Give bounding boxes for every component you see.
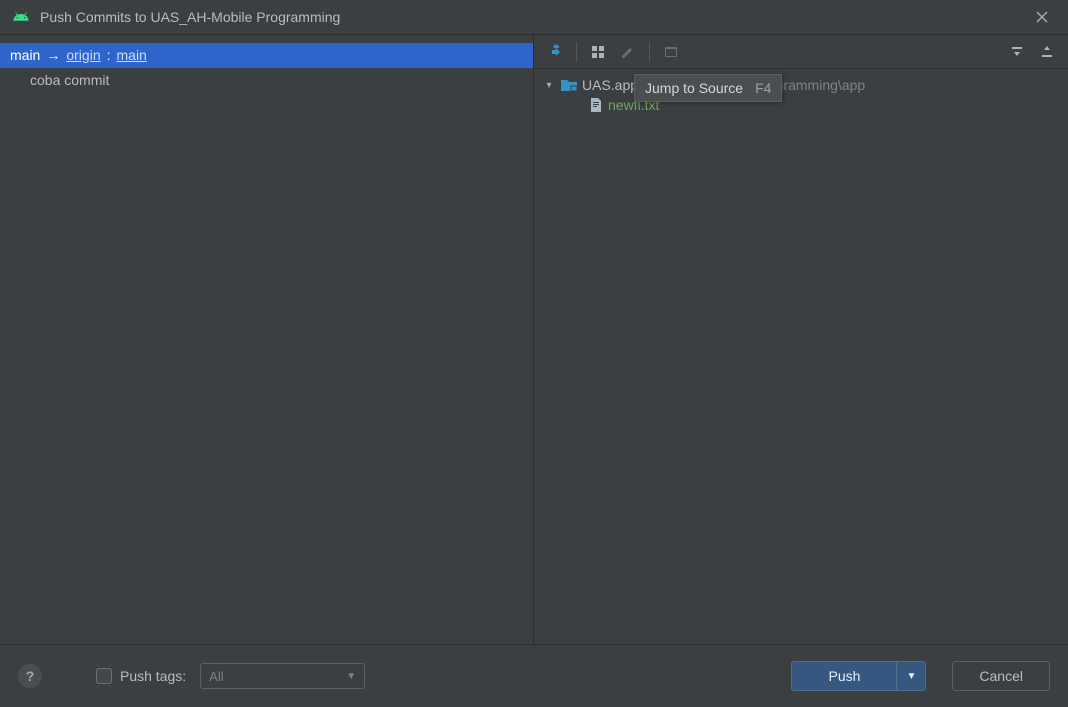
branch-row[interactable]: main → origin : main — [0, 43, 533, 68]
module-folder-icon — [560, 78, 578, 92]
close-icon[interactable] — [1028, 3, 1056, 31]
jump-to-source-tooltip: Jump to Source F4 — [634, 74, 782, 102]
tree-root-label: UAS.app — [582, 77, 638, 93]
checkbox-box-icon[interactable] — [96, 668, 112, 684]
push-button-group: Push ▼ — [791, 661, 926, 691]
push-tags-select-value: All — [209, 669, 223, 684]
cancel-button-label: Cancel — [979, 668, 1023, 684]
commits-pane: main → origin : main coba commit — [0, 35, 534, 644]
tree-root-row[interactable]: ▾ UAS.app UAS_AH-Mobile Programming\app — [542, 75, 1060, 95]
file-tree: ▾ UAS.app UAS_AH-Mobile Programming\app … — [534, 69, 1068, 644]
cancel-button[interactable]: Cancel — [952, 661, 1050, 691]
collapse-all-icon[interactable] — [1034, 39, 1060, 65]
branch-remote-branch-label[interactable]: main — [117, 47, 147, 63]
tooltip-shortcut: F4 — [755, 80, 771, 96]
titlebar-title: Push Commits to UAS_AH-Mobile Programmin… — [40, 9, 340, 25]
chevron-down-icon[interactable]: ▾ — [542, 80, 556, 91]
files-pane: ▾ UAS.app UAS_AH-Mobile Programming\app … — [534, 35, 1068, 644]
tooltip-text: Jump to Source — [645, 80, 743, 96]
commit-row[interactable]: coba commit — [0, 68, 533, 92]
dialog-footer: ? Push tags: All ▼ Push ▼ Cancel — [0, 645, 1068, 707]
arrow-icon: → — [44, 47, 62, 63]
show-diff-icon[interactable] — [542, 39, 568, 65]
group-by-icon[interactable] — [585, 39, 611, 65]
preview-icon[interactable] — [658, 39, 684, 65]
files-toolbar — [534, 35, 1068, 69]
expand-all-icon[interactable] — [1004, 39, 1030, 65]
edit-icon[interactable] — [615, 39, 641, 65]
push-button-label: Push — [828, 668, 860, 684]
commit-message: coba commit — [30, 72, 109, 88]
push-tags-select[interactable]: All ▼ — [200, 663, 365, 689]
text-file-icon — [588, 97, 604, 113]
push-dropdown-button[interactable]: ▼ — [896, 661, 926, 691]
help-icon[interactable]: ? — [18, 664, 42, 688]
toolbar-separator — [649, 42, 650, 62]
chevron-down-icon: ▼ — [346, 671, 356, 682]
push-tags-checkbox[interactable]: Push tags: — [96, 668, 186, 684]
main-split: main → origin : main coba commit — [0, 34, 1068, 645]
tree-file-row[interactable]: newfl.txt — [542, 95, 1060, 115]
push-button[interactable]: Push — [791, 661, 896, 691]
toolbar-separator — [576, 42, 577, 62]
branch-colon: : — [105, 47, 113, 63]
titlebar: Push Commits to UAS_AH-Mobile Programmin… — [0, 0, 1068, 34]
branch-remote-label[interactable]: origin — [66, 47, 100, 63]
push-tags-label: Push tags: — [120, 668, 186, 684]
branch-local-label: main — [10, 47, 40, 63]
android-icon — [12, 8, 30, 26]
